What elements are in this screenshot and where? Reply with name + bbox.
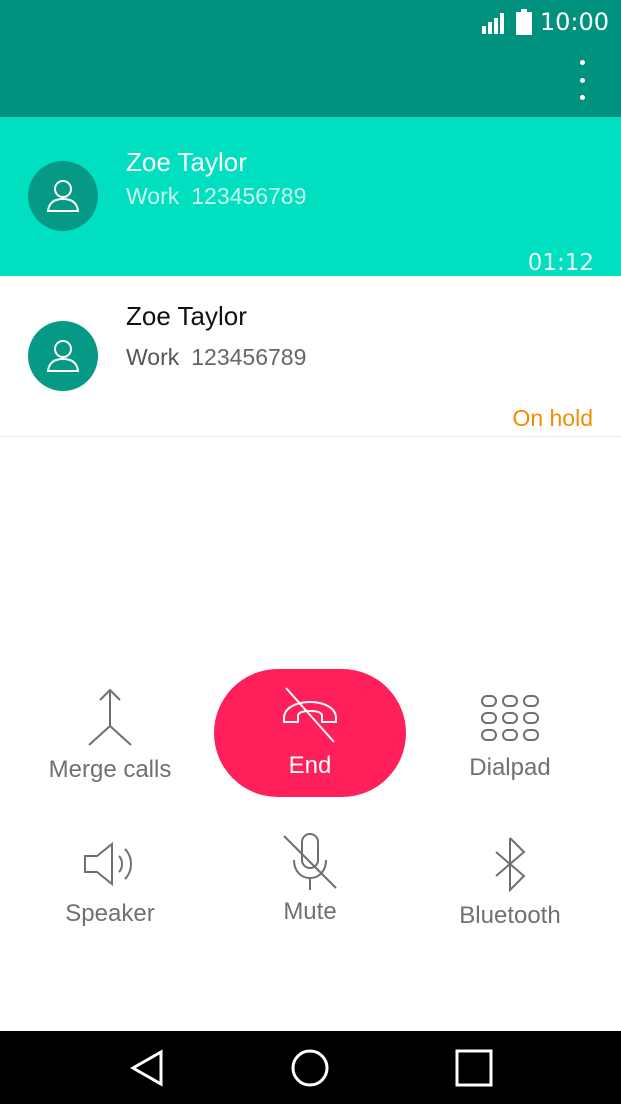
phone-number: 123456789	[191, 344, 307, 370]
top-app-bar: 10:00	[0, 0, 621, 117]
person-icon	[46, 180, 80, 212]
clock: 10:00	[539, 8, 609, 36]
contact-avatar	[28, 161, 98, 231]
overflow-menu-icon[interactable]	[567, 60, 597, 100]
number-label: Work	[126, 344, 180, 370]
phone-number: 123456789	[191, 183, 307, 209]
bluetooth-icon	[495, 837, 526, 892]
speaker-button[interactable]: Speaker	[40, 838, 180, 928]
active-call-card[interactable]: Zoe Taylor Work 123456789 01:12	[0, 117, 621, 276]
bluetooth-label: Bluetooth	[459, 902, 561, 929]
back-icon[interactable]	[122, 1043, 172, 1093]
status-indicators: 10:00	[481, 8, 609, 36]
mute-icon	[283, 833, 337, 890]
held-call-card[interactable]: Zoe Taylor Work 123456789 On hold	[0, 276, 621, 437]
mute-button[interactable]: Mute	[240, 832, 380, 926]
mute-label: Mute	[283, 898, 337, 925]
dialpad-icon	[481, 695, 539, 741]
end-call-button[interactable]: End	[214, 669, 406, 797]
recents-icon[interactable]	[449, 1043, 499, 1093]
dialpad-label: Dialpad	[469, 754, 551, 781]
dialpad-button[interactable]: Dialpad	[440, 694, 580, 782]
call-timer: 01:12	[527, 250, 594, 276]
end-call-label: End	[288, 752, 332, 779]
contact-name: Zoe Taylor	[126, 301, 247, 331]
on-hold-status: On hold	[512, 405, 593, 431]
speaker-icon	[84, 841, 132, 887]
merge-calls-button[interactable]: Merge calls	[40, 688, 180, 784]
speaker-label: Speaker	[65, 900, 155, 927]
end-call-icon	[283, 687, 337, 743]
contact-number-line: Work 123456789	[126, 182, 306, 210]
person-icon	[46, 340, 80, 372]
number-label: Work	[126, 183, 180, 209]
merge-calls-label: Merge calls	[48, 756, 172, 783]
bluetooth-button[interactable]: Bluetooth	[430, 836, 590, 930]
contact-name: Zoe Taylor	[126, 147, 247, 177]
merge-icon	[88, 688, 132, 746]
battery-icon	[515, 9, 532, 35]
home-icon[interactable]	[285, 1043, 335, 1093]
signal-icon	[481, 13, 504, 34]
contact-avatar	[28, 321, 98, 391]
contact-number-line: Work 123456789	[126, 343, 306, 371]
navigation-bar	[0, 1031, 621, 1104]
